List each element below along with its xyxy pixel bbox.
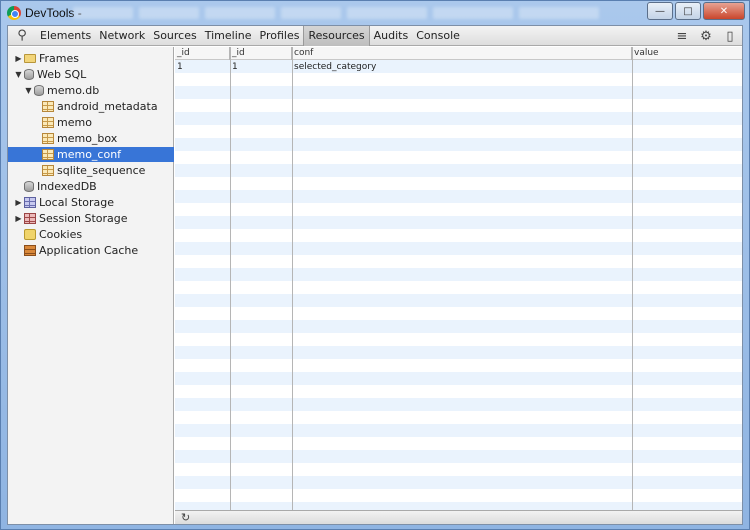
gear-icon[interactable]: ⚙: [694, 26, 718, 46]
column-dividers: [175, 47, 742, 510]
cache-icon: [24, 245, 36, 256]
sidebar-item-indexeddb[interactable]: IndexedDB: [8, 179, 174, 194]
cell-id: 1: [177, 62, 183, 72]
sidebar-item-label: Cookies: [39, 228, 83, 241]
cell-value: [632, 61, 742, 74]
resources-sidebar: ▶ Frames ▼ Web SQL ▼ memo.db android_met…: [8, 47, 174, 524]
table-icon: [42, 117, 54, 128]
tab-timeline[interactable]: Timeline: [201, 26, 256, 46]
database-icon: [24, 181, 34, 192]
storage-icon: [24, 213, 36, 224]
sidebar-item-label: android_metadata: [57, 100, 158, 113]
expand-triangle-icon[interactable]: ▶: [14, 214, 23, 223]
sidebar-item-cookies[interactable]: Cookies: [8, 227, 174, 242]
toolbar-right-actions: ≡ ⚙ ▯: [670, 26, 742, 46]
close-button[interactable]: ✕: [703, 2, 745, 20]
collapse-triangle-icon[interactable]: ▼: [24, 86, 33, 95]
cell-conf: selected_category: [294, 62, 377, 72]
sidebar-item-label: Application Cache: [39, 244, 139, 257]
panel-toolbar: ⚲ Elements Network Sources Timeline Prof…: [8, 25, 742, 46]
search-icon[interactable]: ⚲: [8, 26, 36, 46]
refresh-icon[interactable]: ↻: [181, 511, 190, 524]
tab-console[interactable]: Console: [412, 26, 464, 46]
sidebar-item-memo-db[interactable]: ▼ memo.db: [8, 83, 174, 98]
table-icon: [42, 133, 54, 144]
minimize-button[interactable]: —: [647, 2, 673, 20]
sidebar-item-label: Frames: [39, 52, 80, 65]
close-icon: ✕: [719, 5, 729, 17]
grid-status-bar: ↻: [175, 510, 742, 524]
sidebar-item-memo[interactable]: memo: [8, 115, 174, 130]
collapse-triangle-icon[interactable]: ▼: [14, 70, 23, 79]
table-icon: [42, 165, 54, 176]
maximize-icon: □: [683, 5, 693, 17]
devtools-client: ⚲ Elements Network Sources Timeline Prof…: [7, 25, 743, 525]
tab-network[interactable]: Network: [95, 26, 149, 46]
sidebar-item-label: IndexedDB: [37, 180, 97, 193]
table-row[interactable]: 1 1 selected_category: [175, 61, 742, 74]
sidebar-item-memo-conf[interactable]: memo_conf: [8, 147, 174, 162]
tab-audits[interactable]: Audits: [370, 26, 413, 46]
sidebar-item-application-cache[interactable]: Application Cache: [8, 243, 174, 258]
sidebar-item-label: Session Storage: [39, 212, 128, 225]
sidebar-item-label: memo_box: [57, 132, 118, 145]
sidebar-item-label: sqlite_sequence: [57, 164, 146, 177]
storage-icon: [24, 197, 36, 208]
grid-body: 1 1 selected_category: [175, 61, 742, 74]
grid-header: _id _id conf value: [175, 47, 742, 60]
folder-icon: [24, 54, 36, 63]
sidebar-item-local-storage[interactable]: ▶ Local Storage: [8, 195, 174, 210]
background-taskbar-blur: [73, 4, 633, 22]
table-icon: [42, 101, 54, 112]
chrome-icon: [7, 6, 21, 20]
expand-triangle-icon[interactable]: ▶: [14, 198, 23, 207]
maximize-button[interactable]: □: [675, 2, 701, 20]
cookie-icon: [24, 229, 36, 240]
sidebar-item-label: memo: [57, 116, 92, 129]
database-icon: [34, 85, 44, 96]
database-icon: [24, 69, 34, 80]
column-header-id-2[interactable]: _id: [230, 47, 292, 60]
show-drawer-icon[interactable]: ≡: [670, 26, 694, 46]
column-header-id[interactable]: _id: [175, 47, 230, 60]
sidebar-item-android-metadata[interactable]: android_metadata: [8, 99, 174, 114]
sidebar-item-label: Local Storage: [39, 196, 115, 209]
tab-sources[interactable]: Sources: [149, 26, 201, 46]
dock-icon[interactable]: ▯: [718, 26, 742, 46]
sidebar-item-memo-box[interactable]: memo_box: [8, 131, 174, 146]
sidebar-item-web-sql[interactable]: ▼ Web SQL: [8, 67, 174, 82]
column-divider[interactable]: [230, 47, 231, 510]
tab-elements[interactable]: Elements: [36, 26, 95, 46]
sidebar-item-label: memo.db: [47, 84, 100, 97]
devtools-window: DevTools - — □ ✕ ⚲ Elements Network Sour…: [0, 0, 750, 530]
cell-id-2: 1: [232, 62, 238, 72]
window-controls: — □ ✕: [647, 2, 745, 20]
minimize-icon: —: [655, 5, 665, 17]
sidebar-item-label: Web SQL: [37, 68, 87, 81]
expand-triangle-icon[interactable]: ▶: [14, 54, 23, 63]
sidebar-item-frames[interactable]: ▶ Frames: [8, 51, 174, 66]
title-bar[interactable]: DevTools - — □ ✕: [1, 1, 749, 25]
tab-resources[interactable]: Resources: [303, 25, 370, 46]
data-grid: _id _id conf value 1 1 selected_category: [175, 47, 742, 510]
column-divider[interactable]: [292, 47, 293, 510]
tab-profiles[interactable]: Profiles: [256, 26, 304, 46]
column-header-conf[interactable]: conf: [292, 47, 632, 60]
sidebar-item-label: memo_conf: [57, 148, 122, 161]
sidebar-item-sqlite-sequence[interactable]: sqlite_sequence: [8, 163, 174, 178]
table-icon: [42, 149, 54, 160]
sidebar-item-session-storage[interactable]: ▶ Session Storage: [8, 211, 174, 226]
column-header-value[interactable]: value: [632, 47, 742, 60]
column-divider[interactable]: [632, 47, 633, 510]
